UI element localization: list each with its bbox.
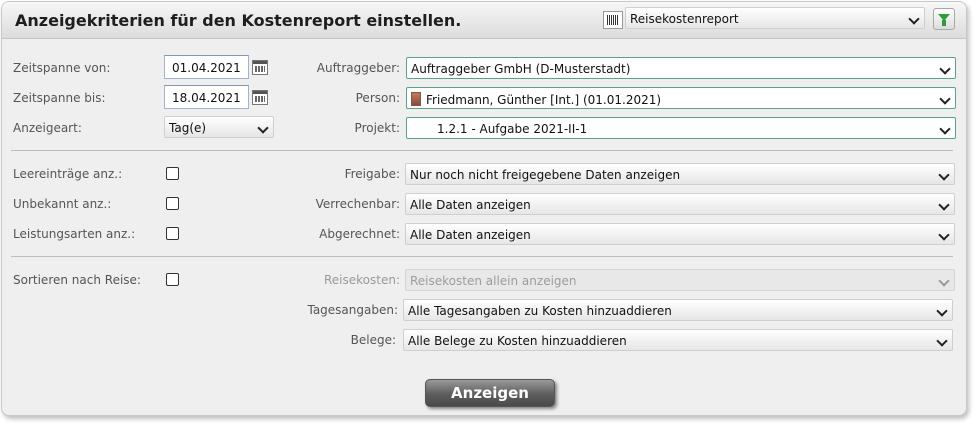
release-value: Nur noch nicht freigegebene Daten anzeig… [410,168,681,182]
report-type-value: Reisekostenreport [630,12,739,26]
client-label: Auftraggeber: [316,61,400,75]
billable-label: Verrechenbar: [315,197,400,211]
date-from-label: Zeitspanne von: [13,61,111,75]
report-icon [603,11,623,29]
filter-icon [938,13,950,26]
empty-entries-label: Leereinträge anz.: [13,167,123,181]
display-type-label: Anzeigeart: [13,121,82,135]
chevron-down-icon [939,93,951,105]
person-icon [411,92,421,106]
settled-value: Alle Daten anzeigen [410,228,531,242]
daily-info-label: Tagesangaben: [307,303,398,317]
unknown-checkbox[interactable] [166,197,179,210]
service-types-label: Leistungsarten anz.: [13,227,136,241]
page-title: Anzeigekriterien für den Kostenreport ei… [15,11,462,30]
chevron-down-icon [936,305,948,317]
client-select[interactable]: Auftraggeber GmbH (D-Musterstadt) [406,57,956,79]
settled-select[interactable]: Alle Daten anzeigen [405,223,955,245]
project-select[interactable]: 1.2.1 - Aufgabe 2021-II-1 [406,117,956,139]
calendar-icon[interactable] [252,90,268,105]
criteria-panel: Anzeigekriterien für den Kostenreport ei… [1,1,967,416]
daily-info-select[interactable]: Alle Tagesangaben zu Kosten hinzuaddiere… [403,299,953,321]
daily-info-value: Alle Tagesangaben zu Kosten hinzuaddiere… [408,304,672,318]
panel-header: Anzeigekriterien für den Kostenreport ei… [2,2,966,39]
report-type-select[interactable]: Reisekostenreport [625,7,925,29]
release-label: Freigabe: [344,167,400,181]
client-value: Auftraggeber GmbH (D-Musterstadt) [411,62,631,76]
date-to-input[interactable]: 18.04.2021 [164,85,249,109]
receipts-select[interactable]: Alle Belege zu Kosten hinzuaddieren [403,329,953,351]
billable-value: Alle Daten anzeigen [410,198,531,212]
chevron-down-icon [938,199,950,211]
section-divider [11,256,953,257]
filter-button[interactable] [933,8,955,30]
chevron-down-icon [938,229,950,241]
display-type-select[interactable]: Tag(e) [164,116,274,138]
service-types-checkbox[interactable] [166,227,179,240]
person-label: Person: [355,91,400,105]
travel-costs-select: Reisekosten allein anzeigen [405,269,955,291]
sort-by-trip-label: Sortieren nach Reise: [13,273,141,287]
section-divider [11,150,953,151]
chevron-down-icon [908,13,920,25]
chevron-down-icon [939,123,951,135]
calendar-icon[interactable] [252,60,268,75]
project-value: 1.2.1 - Aufgabe 2021-II-1 [437,122,588,136]
person-value-wrap: Friedmann, Günther [Int.] (01.01.2021) [411,92,661,107]
empty-entries-checkbox[interactable] [166,167,179,180]
chevron-down-icon [938,275,950,287]
chevron-down-icon [939,63,951,75]
person-select[interactable]: Friedmann, Günther [Int.] (01.01.2021) [406,87,956,109]
billable-select[interactable]: Alle Daten anzeigen [405,193,955,215]
sort-by-trip-checkbox[interactable] [166,273,179,286]
date-to-label: Zeitspanne bis: [13,91,106,105]
project-label: Projekt: [354,121,400,135]
date-from-value: 01.04.2021 [172,61,241,75]
receipts-label: Belege: [350,333,396,347]
unknown-label: Unbekannt anz.: [13,197,112,211]
chevron-down-icon [936,335,948,347]
travel-costs-value: Reisekosten allein anzeigen [410,274,577,288]
chevron-down-icon [257,122,269,134]
travel-costs-label: Reisekosten: [323,273,400,287]
person-value: Friedmann, Günther [Int.] (01.01.2021) [426,93,662,107]
settled-label: Abgerechnet: [319,227,400,241]
chevron-down-icon [938,169,950,181]
display-type-value: Tag(e) [169,121,207,135]
show-button[interactable]: Anzeigen [425,379,555,407]
receipts-value: Alle Belege zu Kosten hinzuaddieren [408,334,627,348]
date-to-value: 18.04.2021 [172,91,241,105]
release-select[interactable]: Nur noch nicht freigegebene Daten anzeig… [405,163,955,185]
date-from-input[interactable]: 01.04.2021 [164,55,249,79]
